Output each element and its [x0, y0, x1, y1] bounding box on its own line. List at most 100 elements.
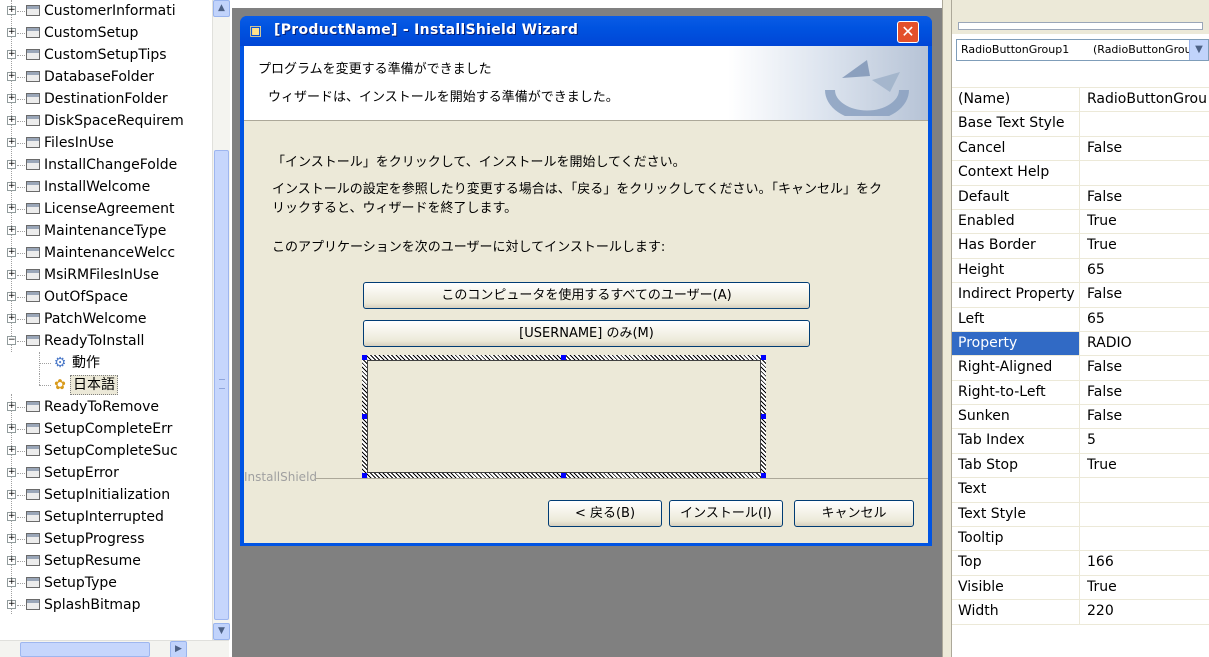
- tree-item[interactable]: + MaintenanceType: [0, 220, 212, 242]
- tree-item[interactable]: + OutOfSpace: [0, 286, 212, 308]
- property-row[interactable]: (Name) RadioButtonGrou: [952, 88, 1209, 113]
- expand-icon[interactable]: +: [7, 424, 16, 433]
- tree-item[interactable]: + DatabaseFolder: [0, 66, 212, 88]
- property-value[interactable]: False: [1087, 356, 1209, 379]
- property-row[interactable]: Width 220: [952, 600, 1209, 625]
- tree-item[interactable]: + InstallWelcome: [0, 176, 212, 198]
- tree-item[interactable]: + SetupInterrupted: [0, 506, 212, 528]
- tree-item[interactable]: + SetupInitialization: [0, 484, 212, 506]
- expand-icon[interactable]: +: [7, 6, 16, 15]
- tree-item[interactable]: + SetupCompleteErr: [0, 418, 212, 440]
- resize-handle[interactable]: [761, 414, 766, 419]
- property-row[interactable]: Height 65: [952, 258, 1209, 284]
- scroll-up-button[interactable]: ▲: [213, 0, 230, 17]
- expand-icon[interactable]: +: [7, 138, 16, 147]
- property-row[interactable]: Text: [952, 478, 1209, 503]
- tree-horizontal-scrollbar[interactable]: ▶: [0, 640, 229, 657]
- expand-icon[interactable]: +: [7, 402, 16, 411]
- property-value[interactable]: False: [1087, 381, 1209, 404]
- expand-icon[interactable]: +: [7, 226, 16, 235]
- property-value[interactable]: True: [1087, 234, 1209, 257]
- radio-button-group[interactable]: [362, 355, 766, 478]
- scroll-right-button[interactable]: ▶: [170, 641, 187, 657]
- tree-item-japanese[interactable]: ✿ 日本語: [0, 374, 212, 396]
- property-value[interactable]: False: [1087, 137, 1209, 160]
- property-row[interactable]: Base Text Style: [952, 112, 1209, 137]
- tree-item[interactable]: + FilesInUse: [0, 132, 212, 154]
- cancel-button[interactable]: キャンセル: [794, 500, 914, 527]
- resize-handle[interactable]: [362, 414, 367, 419]
- property-value[interactable]: 166: [1087, 551, 1209, 574]
- tree-item[interactable]: + LicenseAgreement: [0, 198, 212, 220]
- tree-item[interactable]: + CustomSetupTips: [0, 44, 212, 66]
- tree-item[interactable]: + ReadyToRemove: [0, 396, 212, 418]
- tree-item[interactable]: + SetupType: [0, 572, 212, 594]
- expand-icon[interactable]: +: [7, 534, 16, 543]
- property-row[interactable]: Cancel False: [952, 136, 1209, 162]
- tree-item[interactable]: + CustomerInformati: [0, 0, 212, 22]
- expand-icon[interactable]: +: [7, 94, 16, 103]
- tree-item[interactable]: − ReadyToInstall: [0, 330, 212, 352]
- expand-icon[interactable]: +: [7, 248, 16, 257]
- property-value[interactable]: True: [1087, 454, 1209, 477]
- property-row[interactable]: Tab Index 5: [952, 429, 1209, 454]
- expand-icon[interactable]: +: [7, 292, 16, 301]
- property-row[interactable]: Visible True: [952, 575, 1209, 601]
- close-button[interactable]: ✕: [897, 21, 919, 43]
- expand-icon[interactable]: +: [7, 160, 16, 169]
- property-value[interactable]: 65: [1087, 259, 1209, 282]
- expand-icon[interactable]: +: [7, 490, 16, 499]
- expand-icon[interactable]: +: [7, 314, 16, 323]
- tree-item[interactable]: + MaintenanceWelcc: [0, 242, 212, 264]
- property-row[interactable]: Enabled True: [952, 209, 1209, 235]
- collapse-icon[interactable]: −: [7, 336, 16, 345]
- panel-splitter[interactable]: [942, 0, 952, 657]
- install-button[interactable]: インストール(I): [669, 500, 783, 527]
- tree-item[interactable]: + CustomSetup: [0, 22, 212, 44]
- expand-icon[interactable]: +: [7, 512, 16, 521]
- tree-item-action[interactable]: ⚙ 動作: [0, 352, 212, 374]
- expand-icon[interactable]: +: [7, 116, 16, 125]
- property-value[interactable]: False: [1087, 405, 1209, 428]
- expand-icon[interactable]: +: [7, 50, 16, 59]
- property-row[interactable]: Default False: [952, 185, 1209, 210]
- expand-icon[interactable]: +: [7, 28, 16, 37]
- property-row[interactable]: Sunken False: [952, 405, 1209, 430]
- tree-item[interactable]: + SetupCompleteSuc: [0, 440, 212, 462]
- wizard-titlebar[interactable]: ▣ [ProductName] - InstallShield Wizard ✕: [240, 16, 932, 46]
- back-button[interactable]: < 戻る(B): [548, 500, 662, 527]
- current-user-option-button[interactable]: [USERNAME] のみ(M): [363, 320, 810, 347]
- tree-item[interactable]: + PatchWelcome: [0, 308, 212, 330]
- property-row[interactable]: Has Border True: [952, 234, 1209, 259]
- chevron-down-icon[interactable]: ▼: [1189, 40, 1208, 60]
- property-row[interactable]: Top 166: [952, 551, 1209, 576]
- property-row[interactable]: Tooltip: [952, 527, 1209, 552]
- property-value[interactable]: False: [1087, 186, 1209, 209]
- tree-item[interactable]: + DiskSpaceRequirem: [0, 110, 212, 132]
- expand-icon[interactable]: +: [7, 556, 16, 565]
- property-row[interactable]: Tab Stop True: [952, 453, 1209, 479]
- property-value[interactable]: True: [1087, 576, 1209, 599]
- scroll-thumb[interactable]: [214, 150, 229, 620]
- property-row[interactable]: Text Style: [952, 502, 1209, 528]
- property-value[interactable]: True: [1087, 210, 1209, 233]
- tree-item[interactable]: + InstallChangeFolde: [0, 154, 212, 176]
- property-row[interactable]: Indirect Property False: [952, 283, 1209, 308]
- tree-item[interactable]: + DestinationFolder: [0, 88, 212, 110]
- resize-handle[interactable]: [761, 355, 766, 360]
- expand-icon[interactable]: +: [7, 600, 16, 609]
- property-value[interactable]: 220: [1087, 600, 1209, 623]
- expand-icon[interactable]: +: [7, 204, 16, 213]
- property-row[interactable]: Context Help: [952, 161, 1209, 186]
- expand-icon[interactable]: +: [7, 578, 16, 587]
- property-value[interactable]: 65: [1087, 308, 1209, 331]
- property-row[interactable]: Right-to-Left False: [952, 380, 1209, 406]
- resize-handle[interactable]: [362, 355, 367, 360]
- expand-icon[interactable]: +: [7, 72, 16, 81]
- property-value[interactable]: False: [1087, 283, 1209, 306]
- expand-icon[interactable]: +: [7, 182, 16, 191]
- tree-vertical-scrollbar[interactable]: ▲ ▼: [212, 0, 230, 640]
- expand-icon[interactable]: +: [7, 468, 16, 477]
- tree-item[interactable]: + SetupResume: [0, 550, 212, 572]
- object-selector-dropdown[interactable]: RadioButtonGroup1 (RadioButtonGroup) ▼: [956, 39, 1209, 61]
